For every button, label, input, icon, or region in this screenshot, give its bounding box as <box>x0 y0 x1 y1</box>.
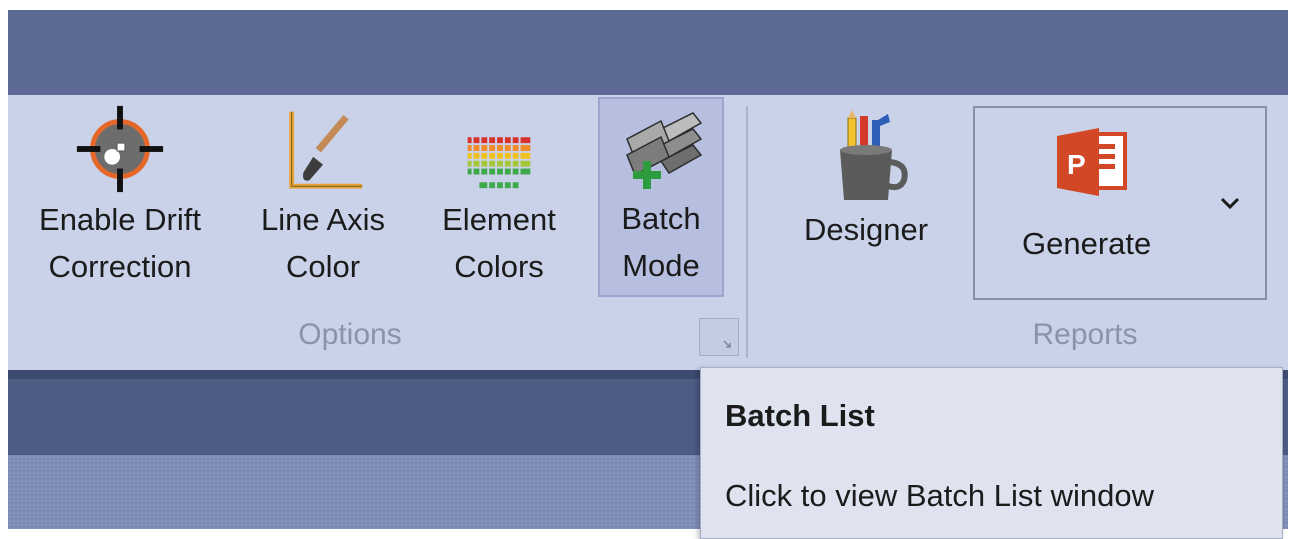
window-title-strip <box>8 10 1288 95</box>
button-label-line1: Line Axis <box>260 202 386 237</box>
chevron-down-icon[interactable] <box>1220 196 1240 210</box>
group-separator <box>746 106 748 358</box>
button-label-line1: Enable Drift <box>39 202 201 237</box>
button-label-line2: Colors <box>454 249 544 284</box>
batch-list-tooltip: Batch List Click to view Batch List wind… <box>700 367 1283 539</box>
button-label-line1: Batch <box>621 201 701 236</box>
button-label-line2: Correction <box>48 249 192 284</box>
tooltip-title: Batch List <box>725 398 875 433</box>
crosshair-target-icon <box>76 105 164 193</box>
generate-button[interactable]: P Generate <box>973 106 1267 300</box>
color-bars-icon <box>467 135 531 191</box>
button-label-line2: Color <box>285 249 361 284</box>
enable-drift-correction-button[interactable]: Enable Drift Correction <box>22 100 218 292</box>
tooltip-body: Click to view Batch List window <box>725 478 1154 513</box>
stacked-layers-add-icon <box>626 112 703 189</box>
button-label-line1: Element <box>442 202 556 237</box>
powerpoint-icon: P <box>1057 128 1127 196</box>
batch-mode-button[interactable]: Batch Mode <box>598 97 724 297</box>
generate-label: Generate <box>1022 226 1152 261</box>
options-dialog-launcher[interactable] <box>699 318 739 356</box>
powerpoint-icon-letter: P <box>1067 149 1086 180</box>
designer-button[interactable]: Designer <box>784 108 948 288</box>
designer-label: Designer <box>803 212 929 247</box>
line-axis-color-button[interactable]: Line Axis Color <box>244 100 402 292</box>
options-group-label: Options <box>298 318 402 351</box>
reports-group-label: Reports <box>1032 318 1138 351</box>
axis-paintbrush-icon <box>289 111 363 189</box>
button-label-line2: Mode <box>622 248 700 283</box>
designer-tools-mug-icon <box>840 110 908 200</box>
element-colors-button[interactable]: Element Colors <box>420 100 578 292</box>
dialog-launcher-icon <box>723 340 731 348</box>
